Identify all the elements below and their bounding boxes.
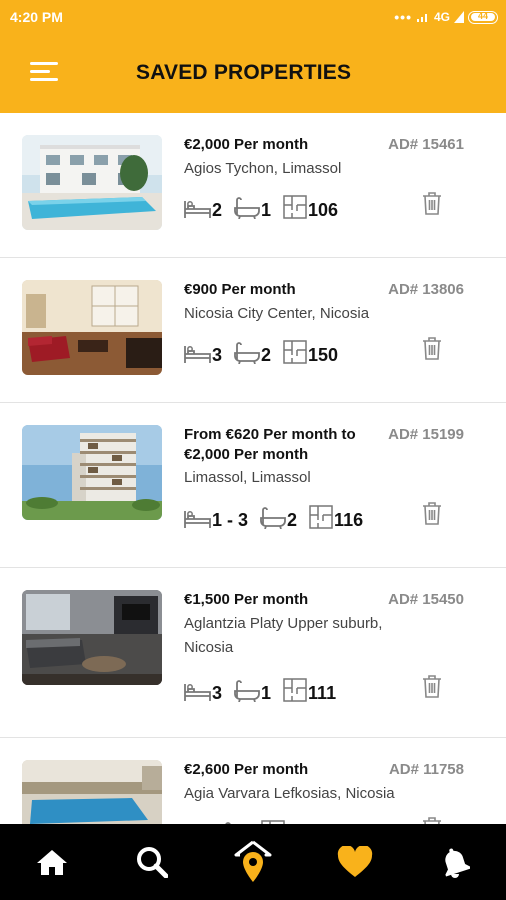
bathrooms: 2 [234,342,271,364]
property-card[interactable]: €2,000 Per month AD# 15461 Agios Tychon,… [0,113,506,258]
property-card[interactable]: From €620 Per month to €2,000 Per month … [0,403,506,568]
delete-trash-icon[interactable] [422,501,442,525]
property-price: From €620 Per month to €2,000 Per month [184,426,356,463]
property-location: Agia Varvara Lefkosias, Nicosia [184,785,395,802]
property-card[interactable]: €1,500 Per month AD# 15450 Aglantzia Pla… [0,568,506,738]
property-price: €900 Per month [184,281,296,298]
floor-area: 116 [309,505,363,529]
ad-number: AD# 11758 [388,761,464,778]
ad-number: AD# 15450 [388,591,464,608]
ad-number: AD# 13806 [388,281,464,298]
saved-properties-list[interactable]: €2,000 Per month AD# 15461 Agios Tychon,… [0,113,506,824]
property-photo[interactable] [22,280,162,375]
bed-icon [184,346,211,363]
property-features: 3 2 150 [184,334,350,364]
page-title: SAVED PROPERTIES [136,61,352,84]
property-features [184,814,297,824]
bathrooms: 1 [234,680,271,702]
ad-number: AD# 15199 [388,426,464,443]
floor-plan-icon [309,505,333,529]
property-location: Aglantzia Platy Upper suburb, Nicosia [184,615,383,656]
search-icon [137,847,168,878]
area-value: 111 [308,683,337,703]
property-price: €1,500 Per month [184,591,309,608]
status-time: 4:20 PM [10,9,63,25]
floor-area: 106 [283,195,338,219]
bath-icon [234,342,260,364]
property-features: 1 - 3 2 116 [184,499,375,529]
property-photo[interactable] [22,425,162,520]
home-location-icon [234,840,272,882]
nav-search[interactable] [122,824,182,900]
bedrooms-count: 2 [212,200,223,220]
bedrooms-count: 3 [212,345,223,365]
property-features: 3 1 111 [184,672,348,702]
bathrooms-count: 2 [287,510,298,530]
bathrooms-count: 2 [261,345,272,365]
property-card[interactable]: €900 Per month AD# 13806 Nicosia City Ce… [0,258,506,403]
bathrooms-count: 1 [261,200,272,220]
bed-icon [184,511,211,528]
cell-signal-icon [454,11,464,23]
nav-home[interactable] [22,824,82,900]
property-photo[interactable] [22,590,162,685]
property-card[interactable]: €2,600 Per month AD# 11758 Agia Varvara … [0,738,506,824]
bedrooms: 2 [184,199,222,219]
bedrooms: 3 [184,344,222,364]
notification-dots: ••• [394,9,412,25]
bed-icon [184,201,211,218]
floor-plan-icon [283,195,307,219]
hamburger-menu-icon[interactable] [30,62,60,86]
property-photo[interactable] [22,135,162,230]
bathrooms: 1 [234,197,271,219]
delete-trash-icon[interactable] [422,336,442,360]
bathrooms: 2 [260,507,297,529]
bedrooms: 3 [184,682,222,702]
property-location: Nicosia City Center, Nicosia [184,305,370,322]
nav-nearby[interactable] [223,824,283,900]
heart-icon [337,846,373,877]
area-value: 150 [308,345,339,365]
bath-icon [234,197,260,219]
bed-icon [184,684,211,701]
floor-area: 150 [283,340,338,364]
nav-alerts[interactable] [425,824,485,900]
floor-plan-icon [283,340,307,364]
battery-level: 44 [477,10,488,21]
status-bar: 4:20 PM ••• 4G 44 [0,0,506,34]
bedrooms-count: 1 - 3 [212,510,249,530]
floor-area: 111 [283,678,336,702]
battery-icon: 44 [468,10,498,24]
floor-plan-icon [283,678,307,702]
home-icon [37,850,67,875]
property-price: €2,000 Per month [184,136,309,153]
bath-icon [260,507,286,529]
bedrooms: 1 - 3 [184,509,248,529]
ad-number: AD# 15461 [388,136,464,153]
bedrooms-count: 3 [212,683,223,703]
property-price: €2,600 Per month [184,761,309,778]
status-indicators: ••• 4G 44 [394,9,498,25]
bath-icon [234,680,260,702]
bathrooms-count: 1 [261,683,272,703]
signal-icon [416,14,427,22]
app-bar: 4:20 PM ••• 4G 44 SAVED PROPERTIES [0,0,506,113]
area-value: 106 [308,200,339,220]
property-features: 2 1 106 [184,189,350,219]
bottom-navigation [0,824,506,900]
property-photo[interactable] [22,760,162,824]
delete-trash-icon[interactable] [422,816,442,824]
delete-trash-icon[interactable] [422,674,442,698]
delete-trash-icon[interactable] [422,191,442,215]
network-type: 4G [433,10,450,24]
bell-icon [445,848,470,878]
property-location: Agios Tychon, Limassol [184,160,342,177]
nav-saved[interactable] [325,824,385,900]
property-location: Limassol, Limassol [184,469,311,486]
area-value: 116 [334,510,364,530]
